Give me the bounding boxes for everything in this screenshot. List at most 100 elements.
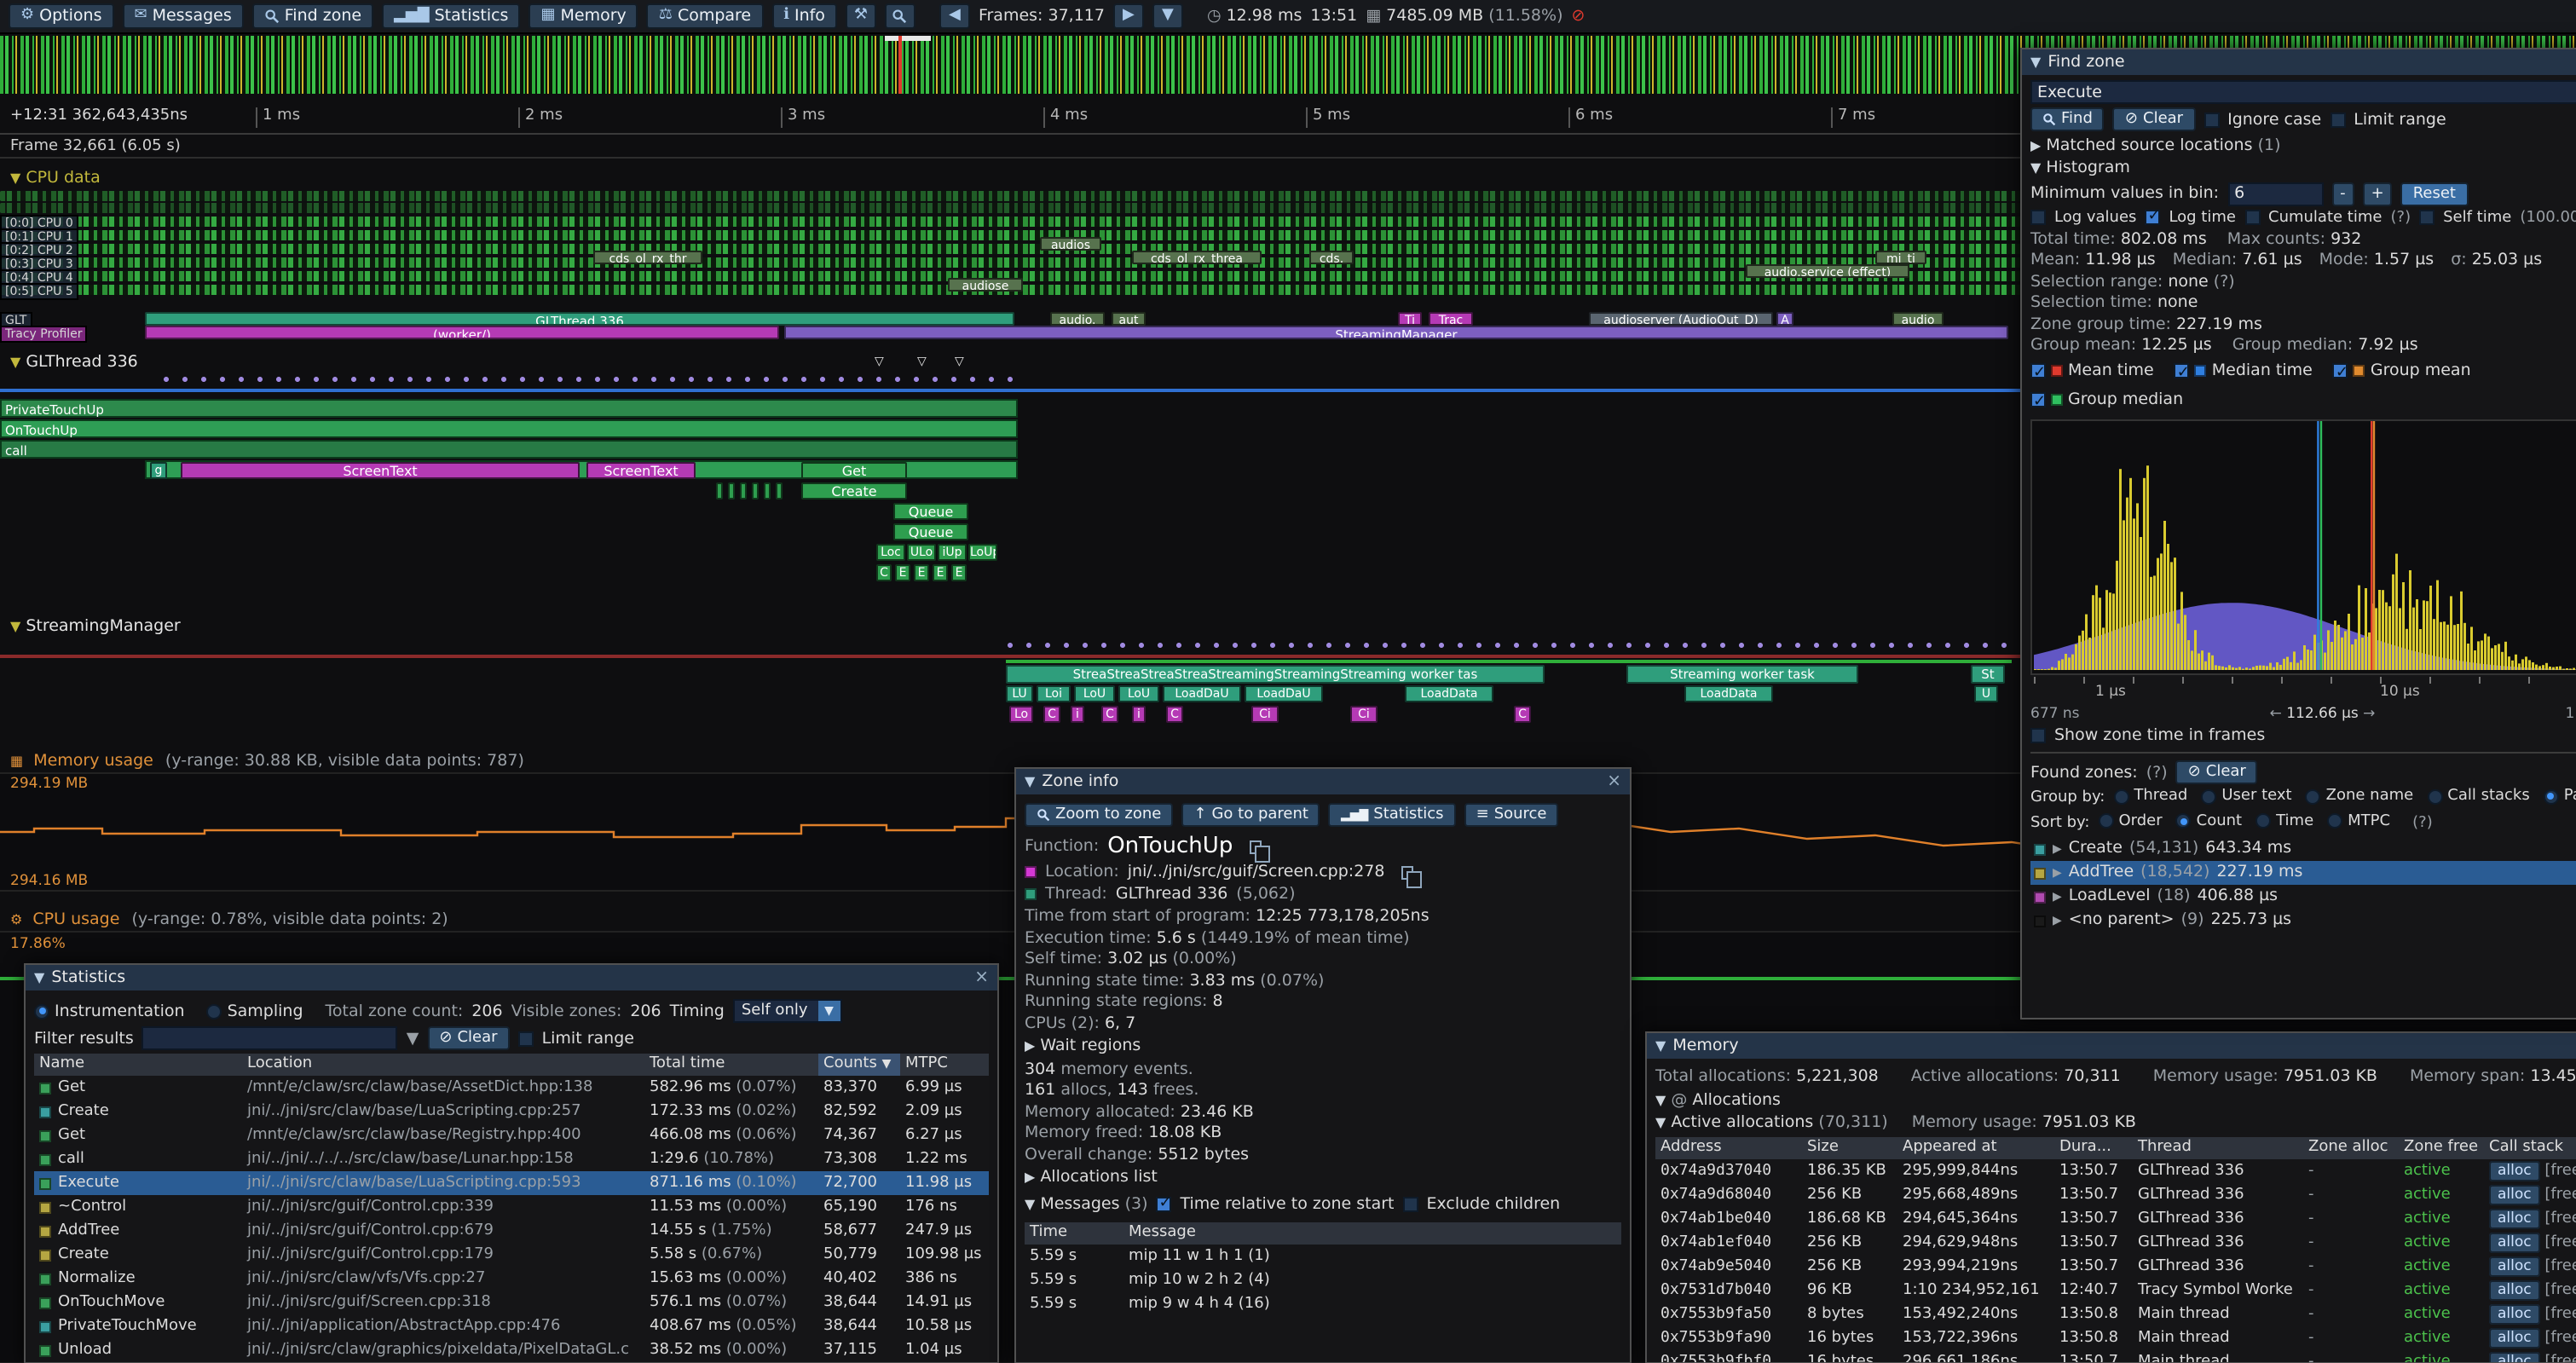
allocation-row[interactable]: 0x7531d7b04096 KB1:10 234,952,16112:40.7…: [1655, 1278, 2576, 1302]
legend-checkbox[interactable]: [2175, 363, 2190, 378]
timeline-zone[interactable]: LoU: [1118, 685, 1159, 702]
timeline-zone[interactable]: E: [895, 564, 910, 581]
col-appeared[interactable]: Appeared at: [1897, 1136, 2054, 1158]
memory-usage-plot-header[interactable]: ▦ Memory usage (y-range: 30.88 KB, visib…: [10, 752, 524, 771]
col-message[interactable]: Message: [1123, 1222, 1201, 1244]
find-zone-title-bar[interactable]: ▼ Find zone: [2022, 49, 2576, 75]
allocation-row[interactable]: 0x74a9d68040256 KB295,668,489ns13:50.7GL…: [1655, 1182, 2576, 1206]
find-zone-button[interactable]: Find zone: [252, 3, 373, 29]
limit-range-checkbox[interactable]: [2330, 112, 2345, 127]
stats-row[interactable]: calljni/../jni/../../../src/claw/base/Lu…: [34, 1147, 989, 1171]
prev-frame-button[interactable]: ◀: [939, 3, 970, 29]
message-marker-icon[interactable]: ▽: [955, 355, 964, 368]
zone-statistics-button[interactable]: ▂▅▇Statistics: [1329, 803, 1456, 827]
groupby-user-text[interactable]: User text: [2201, 788, 2291, 805]
allocation-row[interactable]: 0x7553b9fa508 bytes153,492,240ns13:50.8M…: [1655, 1302, 2576, 1325]
streaming-cpu-bar[interactable]: StreamingManager: [784, 326, 2008, 339]
thread-zone-row[interactable]: OnTouchUp: [0, 419, 1018, 438]
message-marker-icon[interactable]: ▽: [917, 355, 927, 368]
groupby-parent[interactable]: Parent: [2544, 788, 2576, 805]
streaming-worker-zone[interactable]: St: [1971, 665, 2005, 684]
timeline-zone[interactable]: A: [1776, 312, 1793, 326]
col-total-time[interactable]: Total time: [644, 1054, 818, 1076]
timeline-zone[interactable]: [752, 482, 759, 500]
col-address[interactable]: Address: [1655, 1136, 1802, 1158]
stats-row[interactable]: Normalizejni/../jni/src/claw/vfs/Vfs.cpp…: [34, 1267, 989, 1291]
bin-increase-button[interactable]: +: [2363, 182, 2393, 205]
cumulate-time-checkbox[interactable]: [2244, 210, 2260, 225]
location-value[interactable]: jni/../jni/src/guif/Screen.cpp:278: [1128, 863, 1385, 881]
next-frame-button[interactable]: ▶: [1113, 3, 1144, 29]
streaming-worker-zone[interactable]: StreaStreaStreaStreaStreamingStreamingSt…: [1006, 665, 1545, 684]
radio[interactable]: [2544, 788, 2559, 804]
message-marker-icon[interactable]: ▽: [875, 355, 884, 368]
groupby-call-stacks[interactable]: Call stacks: [2427, 788, 2530, 805]
time-relative-checkbox[interactable]: [1157, 1197, 1172, 1212]
found-zone-group[interactable]: ▶AddTree(18,542)227.19 ms: [2030, 861, 2576, 885]
alloc-callstack-button[interactable]: alloc: [2489, 1184, 2540, 1204]
allocation-row[interactable]: 0x7553b9fbf016 bytes296,661,186ns13:50.7…: [1655, 1349, 2576, 1363]
memory-title-bar[interactable]: ▼ Memory: [1647, 1033, 2576, 1059]
thread-name[interactable]: GLThread 336: [1116, 885, 1227, 904]
legend-item[interactable]: Group median: [2030, 387, 2183, 413]
close-icon[interactable]: ×: [1607, 773, 1621, 790]
message-row[interactable]: 5.59 smip 11 w 1 h 1 (1): [1025, 1244, 1621, 1268]
timeline-zone-queue[interactable]: Queue: [893, 503, 968, 520]
col-counts[interactable]: Counts ▼: [818, 1054, 900, 1076]
radio[interactable]: [2427, 788, 2442, 804]
timeline-zone[interactable]: [776, 482, 783, 500]
timeline-zone[interactable]: LoadData: [1405, 685, 1493, 702]
radio[interactable]: [2176, 813, 2192, 829]
find-button[interactable]: Find: [2030, 107, 2105, 131]
timeline-zone[interactable]: Ci: [1251, 706, 1279, 723]
go-to-parent-button[interactable]: ↑Go to parent: [1181, 803, 1320, 827]
bin-decrease-button[interactable]: -: [2331, 182, 2354, 205]
timeline-zone[interactable]: LoadDaU: [1245, 685, 1323, 702]
radio[interactable]: [2201, 788, 2216, 804]
timeline-zone[interactable]: Loc: [876, 544, 905, 561]
timeline-zone[interactable]: ULo: [907, 544, 936, 561]
close-icon[interactable]: ×: [974, 969, 989, 986]
wait-regions-tree[interactable]: ▶Wait regions: [1025, 1037, 1621, 1055]
found-clear-button[interactable]: ⊘Clear: [2176, 760, 2258, 784]
help-icon[interactable]: (?): [2146, 763, 2168, 782]
allocation-row[interactable]: 0x7553b9fa9016 bytes153,722,396ns13:50.8…: [1655, 1325, 2576, 1349]
statistics-title-bar[interactable]: ▼ Statistics ×: [26, 965, 997, 990]
timeline-zone[interactable]: E: [951, 564, 967, 581]
timeline-zone[interactable]: audio: [1892, 312, 1944, 326]
timeline-zone-get[interactable]: Get: [801, 462, 907, 479]
radio[interactable]: [2098, 813, 2113, 829]
copy-icon[interactable]: [1250, 840, 1262, 853]
stats-row[interactable]: Get/mnt/e/claw/src/claw/base/AssetDict.h…: [34, 1076, 989, 1100]
timeline-zone[interactable]: [728, 482, 735, 500]
show-zone-time-checkbox[interactable]: [2030, 728, 2046, 743]
alloc-callstack-button[interactable]: alloc: [2489, 1303, 2540, 1324]
legend-checkbox[interactable]: [2030, 392, 2046, 407]
timeline-zone[interactable]: [764, 482, 771, 500]
allocation-row[interactable]: 0x74ab1ef040256 KB294,629,948ns13:50.7GL…: [1655, 1230, 2576, 1254]
timeline-zone[interactable]: Loi: [1037, 685, 1071, 702]
compare-button[interactable]: ⚖Compare: [647, 3, 763, 29]
col-thread[interactable]: Thread: [2133, 1136, 2303, 1158]
self-time-checkbox[interactable]: [2419, 210, 2434, 225]
timeline-zone[interactable]: LoU: [1074, 685, 1115, 702]
find-zone-query-input[interactable]: [2030, 80, 2576, 104]
timeline-zone[interactable]: [740, 482, 747, 500]
timeline-zone[interactable]: mi_ti: [1875, 251, 1926, 264]
alloc-callstack-button[interactable]: alloc: [2489, 1232, 2540, 1252]
timeline-zone[interactable]: iUp: [938, 544, 967, 561]
timeline-zone[interactable]: i: [1132, 706, 1146, 723]
legend-item[interactable]: Mean time: [2030, 358, 2154, 384]
timeline-zone[interactable]: cds_ol_rx_thr: [593, 251, 702, 264]
timeline-zone-queue[interactable]: Queue: [893, 523, 968, 540]
timeline-zone[interactable]: LoadData: [1684, 685, 1773, 702]
timeline-zone[interactable]: E: [933, 564, 948, 581]
thread-zone-row[interactable]: call: [0, 440, 1018, 459]
timeline-zone-create[interactable]: Create: [801, 482, 907, 500]
worker-cpu-bar[interactable]: (worker/): [145, 326, 779, 339]
glthread-header[interactable]: ▼GLThread 336: [10, 353, 138, 372]
stats-row[interactable]: AddTreejni/../jni/src/guif/Control.cpp:6…: [34, 1219, 989, 1243]
clear-button[interactable]: ⊘Clear: [2113, 107, 2195, 131]
streaming-worker-zone[interactable]: Streaming worker task: [1626, 665, 1858, 684]
col-mtpc[interactable]: MTPC: [900, 1054, 989, 1076]
